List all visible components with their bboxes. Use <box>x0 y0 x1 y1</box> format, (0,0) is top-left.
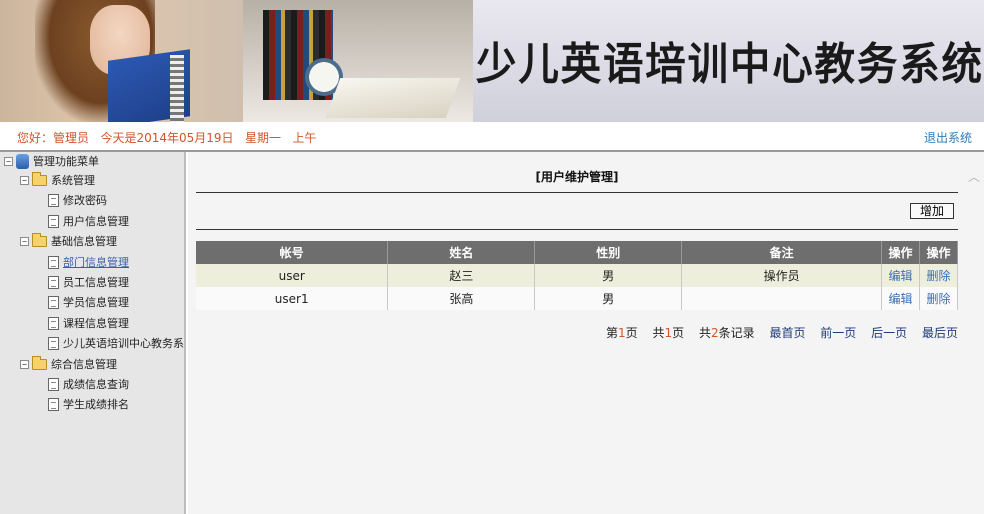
scroll-up-icon[interactable]: ︿ <box>968 168 980 185</box>
menu-item-user-info[interactable]: 用户信息管理 <box>48 212 129 230</box>
document-icon <box>48 275 59 289</box>
column-header-action: 操作 <box>919 241 959 264</box>
menu-item-label[interactable]: 用户信息管理 <box>63 213 129 229</box>
cell-delete: 删除 <box>919 264 959 287</box>
menu-item-label[interactable]: 修改密码 <box>63 192 107 208</box>
system-title: 少儿英语培训中心教务系统 <box>476 39 984 90</box>
menu-item-system-home[interactable]: 少儿英语培训中心教务系 <box>48 334 184 352</box>
collapse-toggle-icon[interactable]: − <box>20 175 29 185</box>
menu-item-label[interactable]: 部门信息管理 <box>63 254 129 270</box>
delete-link[interactable]: 删除 <box>926 292 950 306</box>
edit-link[interactable]: 编辑 <box>888 269 912 283</box>
last-page-link[interactable]: 最后页 <box>922 326 958 340</box>
menu-item-grade-query[interactable]: 成绩信息查询 <box>48 375 129 393</box>
computer-icon <box>16 153 29 169</box>
cell-edit: 编辑 <box>881 287 920 310</box>
cell-gender: 男 <box>534 264 683 287</box>
document-icon <box>48 397 59 411</box>
menu-item-student-info[interactable]: 学员信息管理 <box>48 293 129 311</box>
document-icon <box>48 316 59 330</box>
menu-group-label: 基础信息管理 <box>51 235 117 248</box>
menu-group-label: 系统管理 <box>51 174 95 187</box>
pagination: 第1页 共1页 共2条记录 最首页 前一页 后一页 最后页 <box>595 324 958 341</box>
document-icon <box>48 255 59 269</box>
page-indicator: 第1页 <box>605 326 638 340</box>
menu-item-label[interactable]: 课程信息管理 <box>63 315 129 331</box>
delete-link[interactable]: 删除 <box>926 269 950 283</box>
cell-name: 张高 <box>387 287 536 310</box>
table-row: user1 张高 男 编辑 删除 <box>196 287 959 310</box>
column-header-gender: 性别 <box>534 241 683 264</box>
document-icon <box>48 214 59 228</box>
edit-link[interactable]: 编辑 <box>888 292 912 306</box>
cell-account: user <box>196 264 389 287</box>
menu-item-grade-ranking[interactable]: 学生成绩排名 <box>48 395 129 413</box>
record-count: 共2条记录 <box>698 326 755 340</box>
column-header-action: 操作 <box>881 241 920 264</box>
folder-icon <box>32 171 47 186</box>
column-header-account: 帐号 <box>196 241 389 264</box>
document-icon <box>48 193 59 207</box>
folder-icon <box>32 232 47 247</box>
menu-group-label: 综合信息管理 <box>51 358 117 371</box>
menu-root[interactable]: − 管理功能菜单 <box>4 152 99 170</box>
folder-icon <box>32 355 47 370</box>
page-title: [用户维护管理] <box>535 170 619 184</box>
banner: 少儿英语培训中心教务系统 <box>0 0 984 122</box>
menu-item-label[interactable]: 学生成绩排名 <box>63 396 129 412</box>
menu-item-label[interactable]: 少儿英语培训中心教务系 <box>63 335 184 351</box>
banner-student-photo <box>0 0 243 122</box>
menu-item-staff-info[interactable]: 员工信息管理 <box>48 273 129 291</box>
menu-group-basic[interactable]: − 基础信息管理 <box>20 232 117 250</box>
document-icon <box>48 295 59 309</box>
cell-name: 赵三 <box>387 264 536 287</box>
divider <box>196 192 958 193</box>
cell-remark: 操作员 <box>681 264 882 287</box>
menu-root-label: 管理功能菜单 <box>33 155 99 168</box>
banner-books-clock-photo <box>243 0 473 122</box>
prev-page-link[interactable]: 前一页 <box>820 326 856 340</box>
collapse-toggle-icon[interactable]: − <box>20 359 29 369</box>
logout-link[interactable]: 退出系统 <box>924 129 972 146</box>
menu-item-label[interactable]: 成绩信息查询 <box>63 376 129 392</box>
menu-item-label[interactable]: 员工信息管理 <box>63 274 129 290</box>
collapse-toggle-icon[interactable]: − <box>4 156 13 166</box>
next-page-link[interactable]: 后一页 <box>871 326 907 340</box>
menu-item-change-password[interactable]: 修改密码 <box>48 191 107 209</box>
sidebar-menu: − 管理功能菜单 − 系统管理 修改密码 用户信息管理 − 基础信息管理 部门信… <box>0 152 186 514</box>
menu-item-course-info[interactable]: 课程信息管理 <box>48 314 129 332</box>
first-page-link[interactable]: 最首页 <box>769 326 805 340</box>
cell-edit: 编辑 <box>881 264 920 287</box>
menu-group-system[interactable]: − 系统管理 <box>20 171 95 189</box>
cell-delete: 删除 <box>919 287 959 310</box>
divider <box>196 229 958 230</box>
add-button[interactable]: 增加 <box>910 203 954 219</box>
cell-account: user1 <box>196 287 389 310</box>
column-header-name: 姓名 <box>387 241 536 264</box>
cell-gender: 男 <box>534 287 683 310</box>
table-header-row: 帐号 姓名 性别 备注 操作 操作 <box>196 241 959 264</box>
user-table: 帐号 姓名 性别 备注 操作 操作 user 赵三 男 操作员 编辑 删除 us… <box>196 241 959 310</box>
info-bar: 您好：管理员 今天是2014年05月19日 星期一 上午 退出系统 <box>0 122 984 152</box>
menu-group-comprehensive[interactable]: − 综合信息管理 <box>20 355 117 373</box>
main-content: [用户维护管理] ︿ 增加 帐号 姓名 性别 备注 操作 操作 user 赵三 … <box>188 152 984 514</box>
greeting-text: 您好：管理员 今天是2014年05月19日 星期一 上午 <box>17 131 317 145</box>
cell-remark <box>681 287 882 310</box>
column-header-remark: 备注 <box>681 241 882 264</box>
document-icon <box>48 336 59 350</box>
total-pages: 共1页 <box>652 326 685 340</box>
menu-item-department-info[interactable]: 部门信息管理 <box>48 253 129 271</box>
table-row: user 赵三 男 操作员 编辑 删除 <box>196 264 959 287</box>
collapse-toggle-icon[interactable]: − <box>20 236 29 246</box>
menu-item-label[interactable]: 学员信息管理 <box>63 294 129 310</box>
document-icon <box>48 377 59 391</box>
